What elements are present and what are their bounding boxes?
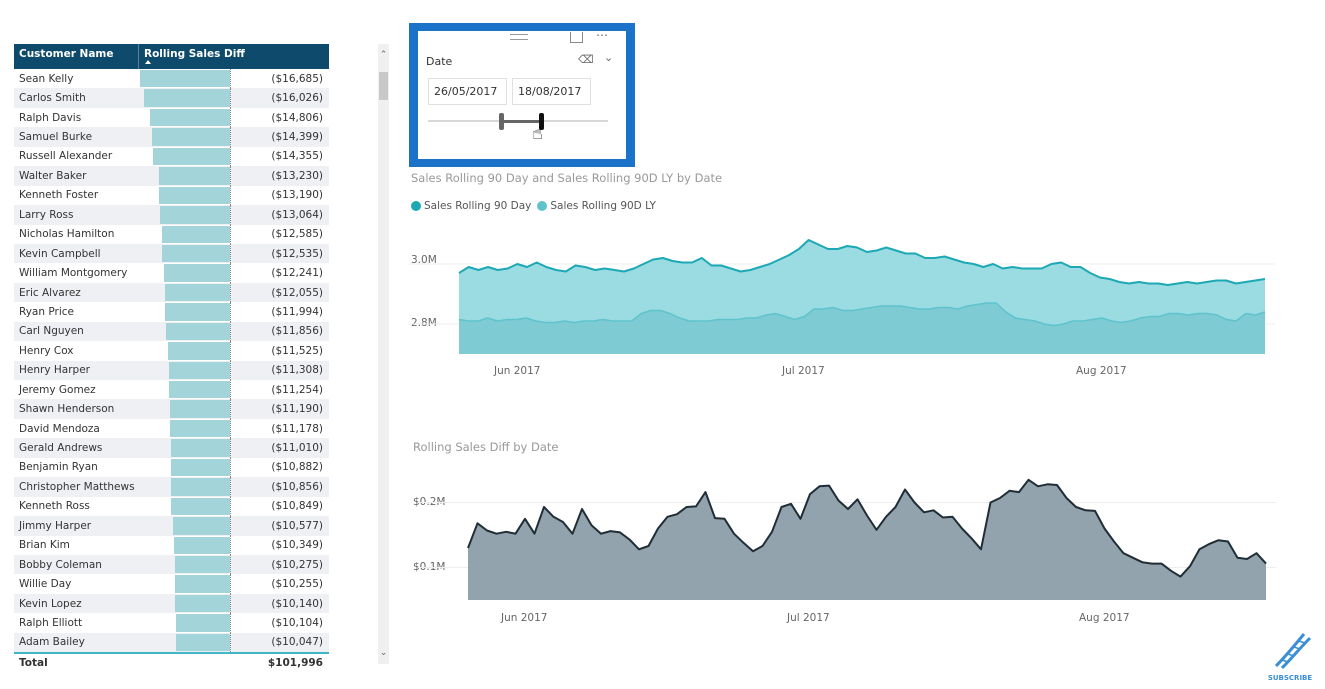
subscribe-logo[interactable]: SUBSCRIBE bbox=[1262, 630, 1318, 682]
dna-icon bbox=[1274, 633, 1312, 670]
subscribe-label: SUBSCRIBE bbox=[1267, 674, 1313, 682]
chart2-plot[interactable] bbox=[0, 0, 1325, 689]
area-rolling-sales-diff bbox=[468, 479, 1266, 600]
